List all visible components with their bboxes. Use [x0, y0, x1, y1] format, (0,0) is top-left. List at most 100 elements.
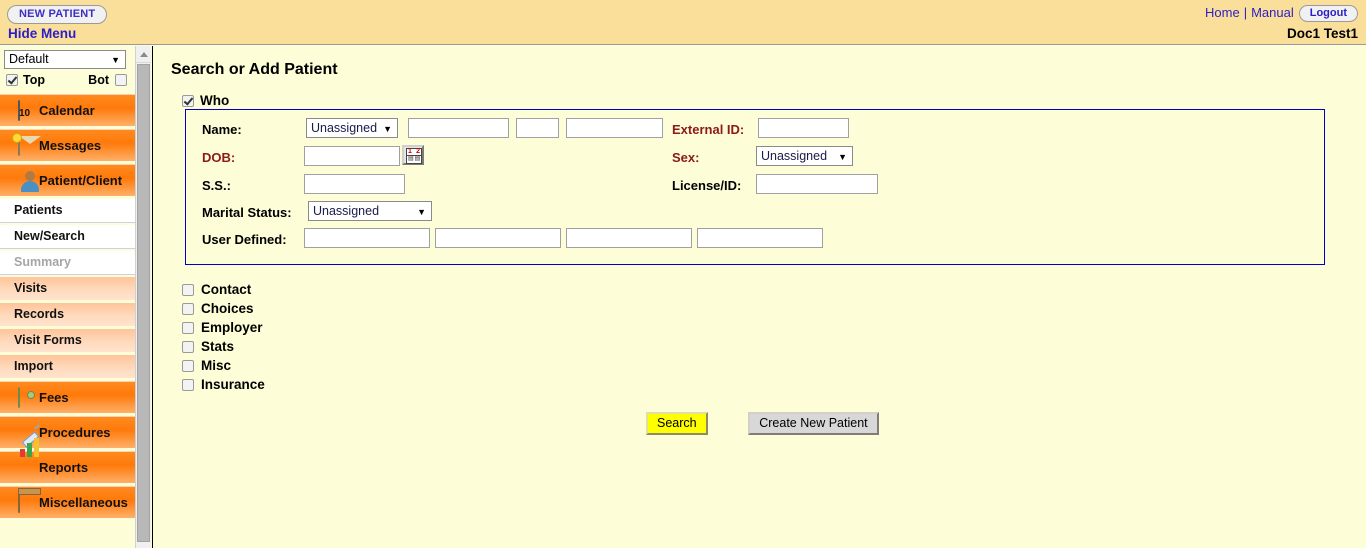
- marital-status-value: Unassigned: [313, 204, 380, 218]
- search-button[interactable]: Search: [646, 412, 708, 435]
- license-label: License/ID:: [672, 178, 742, 193]
- form-action-buttons: Search Create New Patient: [646, 412, 879, 435]
- sidebar-item-calendar[interactable]: 10 Calendar: [0, 94, 135, 126]
- top-checkbox[interactable]: [6, 74, 18, 86]
- sidebar-item-new-search[interactable]: New/Search: [0, 225, 135, 249]
- stats-label: Stats: [201, 339, 235, 354]
- header-links: Home | Manual Logout: [1205, 5, 1358, 22]
- name-prefix-value: Unassigned: [311, 121, 378, 135]
- user-defined-input-3[interactable]: [566, 228, 692, 248]
- choices-checkbox-row[interactable]: Choices: [182, 301, 265, 320]
- sidebar-scrollbar[interactable]: [135, 46, 151, 548]
- bot-checkbox-group: Bot: [88, 73, 127, 87]
- sidebar-item-visit-forms[interactable]: Visit Forms: [0, 329, 135, 353]
- sidebar-item-patients[interactable]: Patients: [0, 199, 135, 223]
- choices-checkbox[interactable]: [182, 303, 194, 315]
- choices-label: Choices: [201, 301, 254, 316]
- sidebar: Default ▼ Top Bot 10 Calendar Messages P…: [0, 46, 135, 548]
- sidebar-item-reports[interactable]: Reports: [0, 438, 135, 483]
- sidebar-item-miscellaneous[interactable]: Miscellaneous: [0, 486, 135, 518]
- license-input[interactable]: [756, 174, 878, 194]
- sidebar-item-label: Records: [14, 307, 65, 321]
- marital-status-label: Marital Status:: [202, 205, 292, 220]
- sidebar-item-label: Summary: [14, 255, 71, 269]
- bar-chart-icon: [8, 438, 39, 479]
- name-label: Name:: [202, 122, 242, 137]
- contact-checkbox-row[interactable]: Contact: [182, 282, 265, 301]
- sidebar-item-label: Visits: [14, 281, 48, 295]
- position-checkbox-row: Top Bot: [0, 69, 135, 91]
- employer-label: Employer: [201, 320, 263, 335]
- logged-in-user: Doc1 Test1: [1286, 26, 1358, 41]
- insurance-checkbox[interactable]: [182, 379, 194, 391]
- bot-checkbox[interactable]: [115, 74, 127, 86]
- dob-input[interactable]: [304, 146, 400, 166]
- sidebar-item-records[interactable]: Records: [0, 303, 135, 327]
- box-icon: [8, 492, 30, 514]
- external-id-input[interactable]: [758, 118, 849, 138]
- who-checkbox[interactable]: [182, 95, 194, 107]
- sidebar-item-label: Miscellaneous: [39, 495, 128, 510]
- employer-checkbox[interactable]: [182, 322, 194, 334]
- sidebar-item-fees[interactable]: Fees: [0, 381, 135, 413]
- sidebar-item-label: New/Search: [14, 229, 85, 243]
- home-link[interactable]: Home: [1205, 5, 1240, 20]
- marital-status-select[interactable]: Unassigned ▼: [308, 201, 432, 221]
- scroll-up-arrow-icon[interactable]: [136, 46, 151, 63]
- bot-checkbox-label: Bot: [88, 73, 109, 87]
- insurance-label: Insurance: [201, 377, 265, 392]
- sidebar-item-label: Patient/Client: [39, 173, 123, 188]
- misc-checkbox-row[interactable]: Misc: [182, 358, 265, 377]
- chevron-down-icon: ▼: [838, 152, 847, 162]
- sidebar-item-messages[interactable]: Messages: [0, 129, 135, 161]
- theme-select[interactable]: Default ▼: [4, 50, 126, 69]
- scrollbar-thumb[interactable]: [137, 64, 150, 542]
- sidebar-item-label: Procedures: [39, 425, 111, 440]
- top-checkbox-label: Top: [23, 73, 45, 87]
- ss-input[interactable]: [304, 174, 405, 194]
- theme-select-value: Default: [9, 52, 49, 66]
- contact-checkbox[interactable]: [182, 284, 194, 296]
- create-new-patient-button[interactable]: Create New Patient: [748, 412, 879, 435]
- user-defined-input-4[interactable]: [697, 228, 823, 248]
- misc-checkbox[interactable]: [182, 360, 194, 372]
- syringe-icon: [8, 422, 30, 444]
- name-first-input[interactable]: [408, 118, 509, 138]
- sex-select[interactable]: Unassigned ▼: [756, 146, 853, 166]
- external-id-label: External ID:: [672, 122, 745, 137]
- sidebar-item-label: Import: [14, 359, 53, 373]
- employer-checkbox-row[interactable]: Employer: [182, 320, 265, 339]
- hide-menu-link[interactable]: Hide Menu: [8, 26, 76, 41]
- name-last-input[interactable]: [566, 118, 663, 138]
- name-prefix-select[interactable]: Unassigned ▼: [306, 118, 398, 138]
- sidebar-item-patient-client[interactable]: Patient/Client: [0, 164, 135, 196]
- sidebar-item-procedures[interactable]: Procedures: [0, 416, 135, 448]
- stats-checkbox-row[interactable]: Stats: [182, 339, 265, 358]
- sidebar-item-label: Visit Forms: [14, 333, 82, 347]
- sidebar-item-import[interactable]: Import: [0, 355, 135, 379]
- new-patient-button[interactable]: NEW PATIENT: [7, 5, 108, 24]
- sidebar-item-label: Calendar: [39, 103, 95, 118]
- dob-label: DOB:: [202, 150, 236, 165]
- sex-label: Sex:: [672, 150, 700, 165]
- calendar-picker-icon[interactable]: 1 2 ▤▤: [402, 145, 424, 165]
- name-middle-input[interactable]: [516, 118, 559, 138]
- calendar-icon: 10: [8, 100, 30, 122]
- user-defined-input-2[interactable]: [435, 228, 561, 248]
- sex-value: Unassigned: [761, 149, 828, 163]
- contact-label: Contact: [201, 282, 252, 297]
- who-section-header: Who: [182, 93, 229, 108]
- logout-button[interactable]: Logout: [1298, 5, 1358, 22]
- stats-checkbox[interactable]: [182, 341, 194, 353]
- who-label: Who: [200, 93, 230, 108]
- person-icon: [8, 170, 30, 192]
- who-fieldset: Name: Unassigned ▼ External ID: DOB: 1 2 ▤…: [185, 109, 1325, 265]
- sidebar-item-label: Messages: [39, 138, 102, 153]
- link-separator: |: [1243, 5, 1248, 20]
- manual-link[interactable]: Manual: [1251, 5, 1294, 20]
- main-content: Search or Add Patient Who Name: Unassign…: [153, 46, 1366, 548]
- sidebar-item-visits[interactable]: Visits: [0, 277, 135, 301]
- sidebar-item-label: Fees: [39, 390, 69, 405]
- user-defined-input-1[interactable]: [304, 228, 430, 248]
- insurance-checkbox-row[interactable]: Insurance: [182, 377, 265, 396]
